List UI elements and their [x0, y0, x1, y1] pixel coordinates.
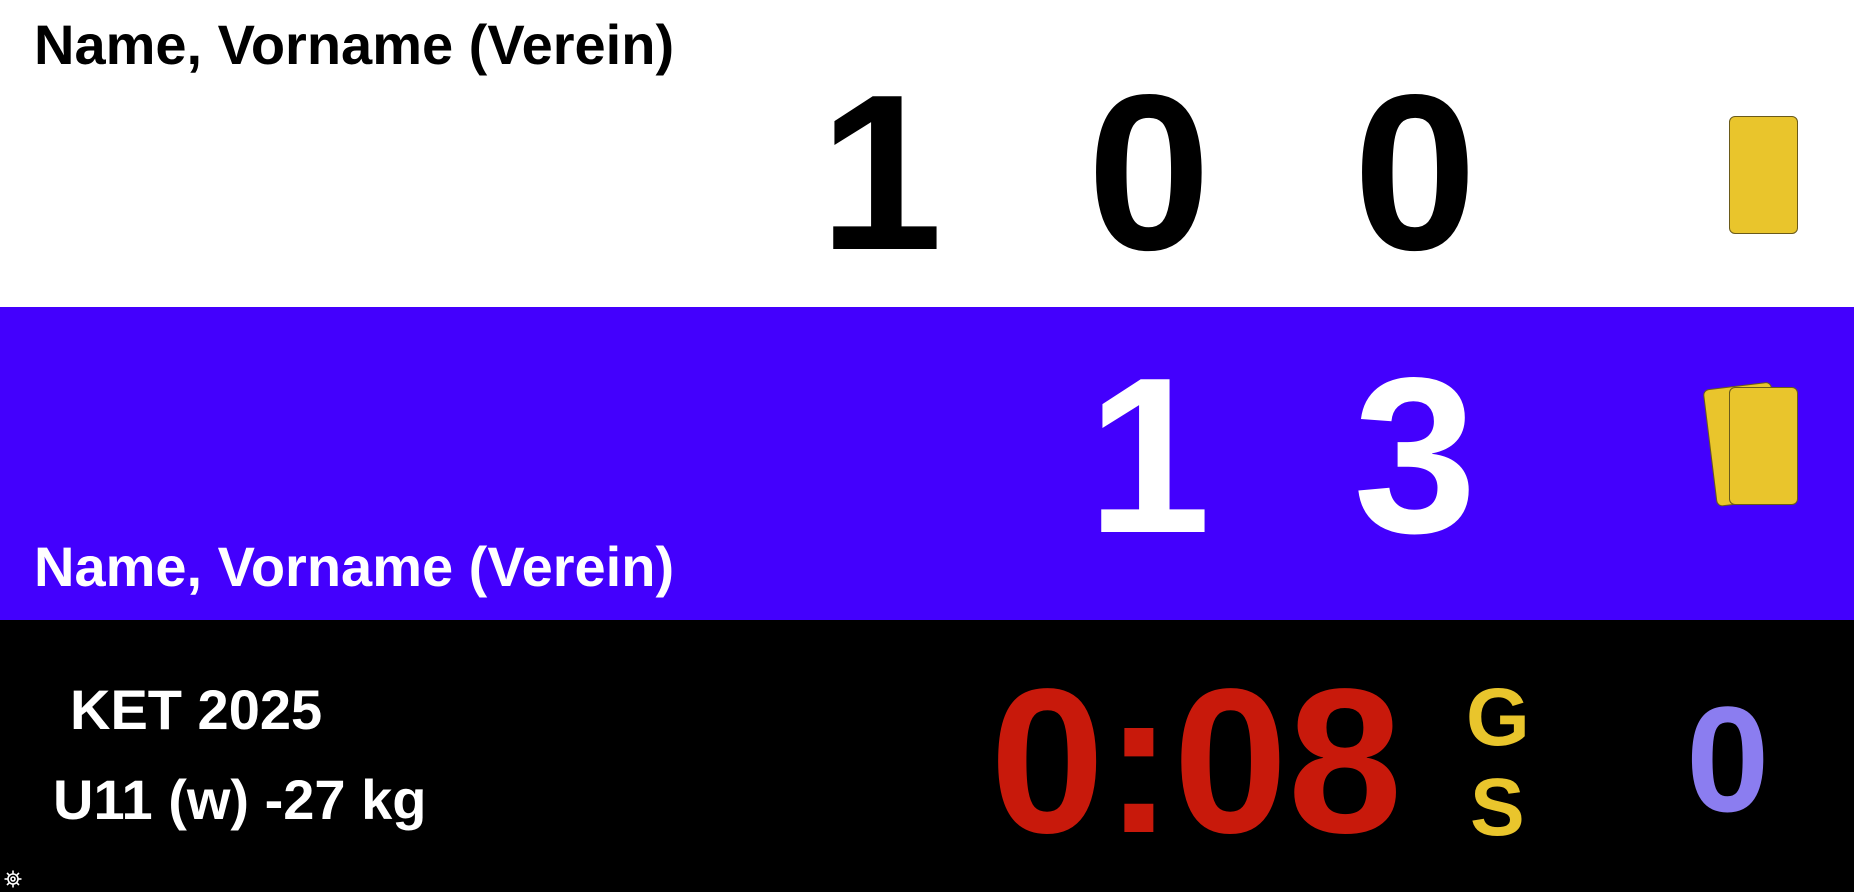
blue-competitor-panel: 1 3 Name, Vorname (Verein): [0, 307, 1854, 620]
blue-score-yuko: 3: [1353, 332, 1477, 580]
white-score-wazaari: 0: [1087, 49, 1211, 297]
blue-competitor-name: Name, Vorname (Verein): [34, 535, 675, 598]
golden-score-g: G: [1466, 672, 1530, 763]
gear-icon[interactable]: [3, 869, 23, 889]
white-score-ippon: 1: [819, 49, 943, 297]
white-competitor-name: Name, Vorname (Verein): [34, 13, 675, 76]
white-penalty-card: [1729, 116, 1798, 234]
blue-score-wazaari: 1: [1087, 332, 1211, 580]
golden-score-s: S: [1470, 762, 1525, 853]
white-score-yuko: 0: [1353, 49, 1477, 297]
weight-category: U11 (w) -27 kg: [53, 768, 427, 831]
osaekomi-timer: 0: [1686, 675, 1770, 843]
match-timer: 0:08: [990, 646, 1403, 876]
white-competitor-panel: Name, Vorname (Verein) 1 0 0: [0, 0, 1854, 307]
tournament-name: KET 2025: [70, 678, 323, 741]
match-info-panel: KET 2025 U11 (w) -27 kg 0:08 G S 0: [0, 620, 1854, 892]
blue-penalty-card-front: [1729, 387, 1798, 505]
